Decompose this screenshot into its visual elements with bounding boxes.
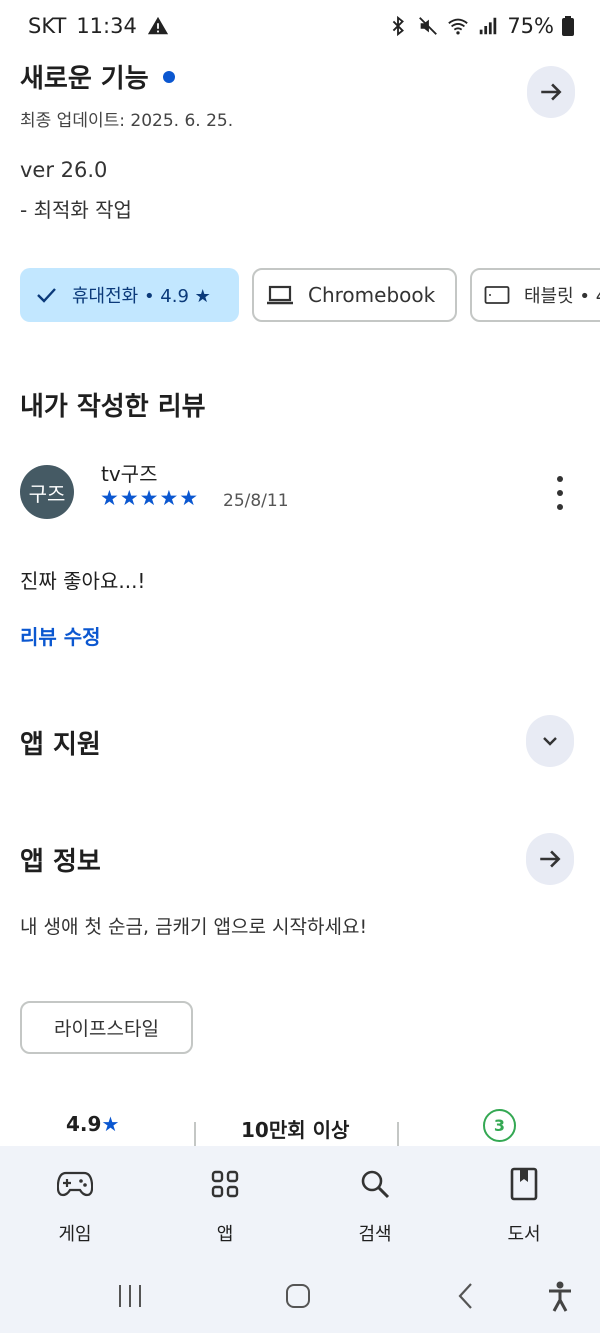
divider [397, 1122, 399, 1146]
nav-books[interactable]: 도서 [474, 1164, 574, 1246]
nav-books-label: 도서 [507, 1224, 541, 1245]
release-notes: - 최적화 작업 [20, 198, 132, 222]
home-button[interactable] [276, 1274, 320, 1318]
home-icon [286, 1284, 310, 1308]
nav-games[interactable]: 게임 [25, 1164, 125, 1246]
age-rating-badge: 3 [483, 1109, 516, 1142]
app-description: 내 생애 첫 순금, 금캐기 앱으로 시작하세요! [20, 916, 368, 938]
laptop-icon [267, 285, 293, 305]
app-info-title: 앱 정보 [20, 847, 101, 877]
book-icon [510, 1167, 538, 1201]
whats-new-arrow-button[interactable] [527, 66, 575, 118]
bottom-navigation: 게임 앱 검색 도서 [0, 1146, 600, 1258]
mute-icon [419, 17, 438, 35]
category-chip[interactable]: 라이프스타일 [20, 1001, 193, 1054]
review-stars: ★★★★★ [100, 486, 200, 510]
recents-button[interactable] [108, 1274, 152, 1318]
edit-review-link[interactable]: 리뷰 수정 [20, 621, 101, 650]
chip-phone[interactable]: 휴대전화 • 4.9 ★ [20, 268, 239, 322]
back-button[interactable] [444, 1274, 488, 1318]
chip-tablet-label: 태블릿 • 4 [524, 286, 600, 307]
nav-games-label: 게임 [58, 1224, 92, 1245]
status-bar: SKT 11:34 75% [0, 0, 600, 56]
review-date: 25/8/11 [223, 491, 289, 511]
review-text: 진짜 좋아요...! [20, 569, 146, 593]
device-chips: 휴대전화 • 4.9 ★ Chromebook 태블릿 • 4 [20, 268, 600, 322]
clock: 11:34 [76, 14, 137, 38]
carrier-label: SKT [28, 14, 67, 38]
app-info-arrow-button[interactable] [526, 833, 574, 885]
chevron-down-icon [543, 737, 557, 746]
accessibility-button[interactable] [538, 1274, 582, 1318]
wifi-icon [448, 18, 469, 35]
nav-search[interactable]: 검색 [325, 1164, 425, 1246]
stat-downloads: 10만회 이상 [241, 1118, 350, 1142]
divider [194, 1122, 196, 1146]
nav-apps[interactable]: 앱 [175, 1164, 275, 1246]
bluetooth-icon [393, 15, 405, 37]
whats-new-title: 새로운 기능 [20, 64, 149, 94]
back-icon [458, 1283, 472, 1309]
apps-grid-icon [211, 1170, 239, 1198]
avatar: 구즈 [20, 465, 74, 519]
nav-search-label: 검색 [358, 1224, 392, 1245]
version-text: ver 26.0 [20, 158, 108, 182]
battery-icon [562, 16, 574, 36]
search-icon [361, 1170, 390, 1199]
stats-row: 4.9★ 10만회 이상 3 [0, 1100, 600, 1146]
battery-percent: 75% [507, 14, 554, 38]
chip-phone-label: 휴대전화 • 4.9 ★ [72, 286, 211, 307]
recents-icon [119, 1285, 141, 1307]
accessibility-icon [549, 1281, 571, 1312]
my-review-title: 내가 작성한 리뷰 [20, 392, 206, 422]
last-updated-text: 최종 업데이트: 2025. 6. 25. [20, 111, 234, 131]
arrow-right-icon [540, 850, 561, 868]
stat-rating: 4.9★ [66, 1112, 119, 1136]
rating-value: 4.9 [66, 1112, 102, 1136]
chip-chromebook[interactable]: Chromebook [252, 268, 457, 322]
check-icon [37, 288, 56, 303]
chip-chromebook-label: Chromebook [308, 283, 436, 307]
new-indicator-dot [162, 70, 175, 83]
nav-apps-label: 앱 [216, 1224, 234, 1245]
more-vert-icon [557, 476, 563, 482]
app-support-title: 앱 지원 [20, 730, 101, 760]
chip-tablet[interactable]: 태블릿 • 4 [470, 268, 600, 322]
signal-icon [480, 17, 497, 35]
more-options-button[interactable] [548, 476, 572, 510]
alert-icon [147, 16, 168, 35]
whats-new-section: 새로운 기능 최종 업데이트: 2025. 6. 25. [20, 58, 580, 131]
system-navigation-bar [0, 1258, 600, 1333]
star-icon: ★ [101, 1112, 120, 1136]
tablet-icon [484, 286, 510, 304]
review-author: tv구즈 [101, 462, 158, 486]
gamepad-icon [57, 1171, 93, 1197]
arrow-right-icon [541, 83, 562, 101]
app-support-expand-button[interactable] [526, 715, 574, 767]
